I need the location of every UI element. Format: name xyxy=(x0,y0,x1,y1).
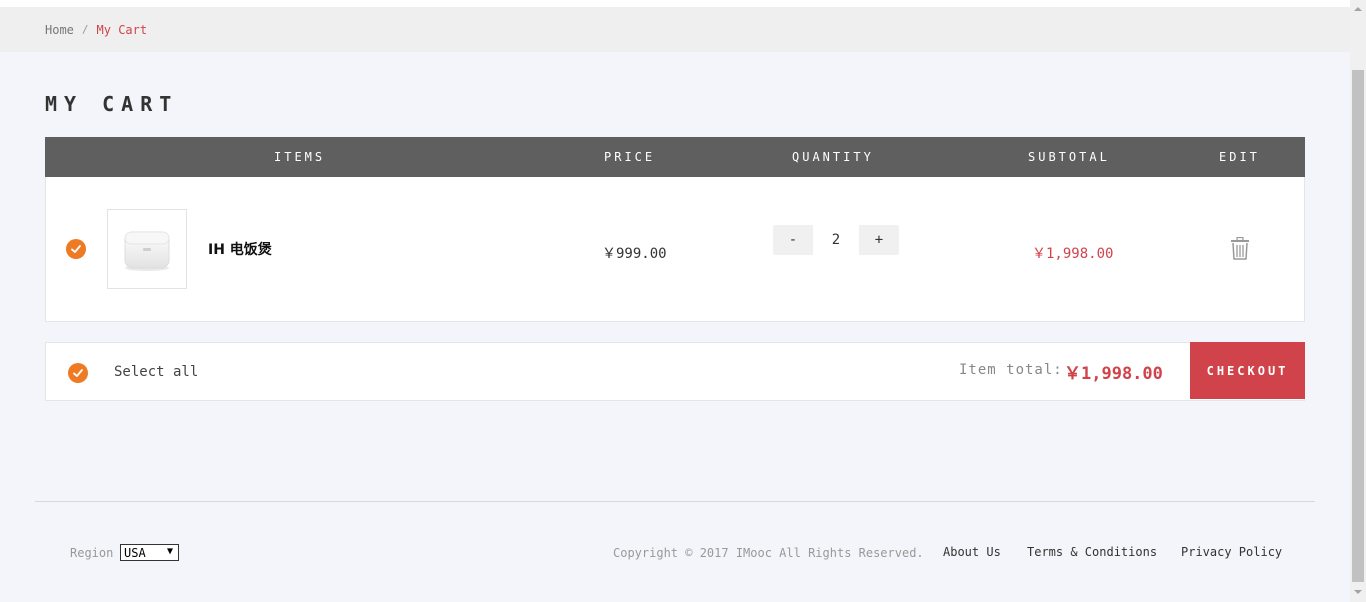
quantity-decrease-button[interactable]: - xyxy=(773,225,813,255)
region-select[interactable]: USA ▼ xyxy=(120,544,179,561)
trash-icon[interactable] xyxy=(1230,236,1250,261)
dropdown-arrow-icon: ▼ xyxy=(166,546,173,557)
quantity-increase-button[interactable]: + xyxy=(859,225,899,255)
region-label: Region xyxy=(70,546,114,560)
rice-cooker-image xyxy=(107,209,187,289)
scroll-up-arrow-icon[interactable] xyxy=(1353,4,1363,14)
checkout-button[interactable]: CHECKOUT xyxy=(1190,342,1305,399)
item-total-label: Item total: xyxy=(959,362,1063,378)
footer-link-terms[interactable]: Terms & Conditions xyxy=(1027,545,1157,559)
header-price: PRICE xyxy=(604,150,656,164)
cart-summary-bar: Select all Item total: ￥1,998.00 CHECKOU… xyxy=(45,342,1305,401)
breadcrumb: Home / My Cart xyxy=(0,7,1350,52)
select-all-label[interactable]: Select all xyxy=(114,364,198,380)
copyright-text: Copyright © 2017 IMooc All Rights Reserv… xyxy=(613,546,924,560)
top-strip xyxy=(0,0,1350,7)
header-quantity: QUANTITY xyxy=(792,150,874,164)
footer-divider xyxy=(35,501,1315,502)
select-all-check-icon[interactable] xyxy=(68,363,88,383)
quantity-stepper: - 2 + xyxy=(773,225,899,255)
scrollbar-thumb[interactable] xyxy=(1352,70,1364,582)
breadcrumb-home-link[interactable]: Home xyxy=(45,23,74,37)
cart-item-row: IH 电饭煲 ￥999.00 - 2 + ￥1,998.00 xyxy=(45,177,1305,322)
header-subtotal: SUBTOTAL xyxy=(1028,150,1110,164)
header-edit: EDIT xyxy=(1219,150,1260,164)
region-value: USA xyxy=(124,545,146,560)
item-price: ￥999.00 xyxy=(602,246,667,262)
footer-link-privacy[interactable]: Privacy Policy xyxy=(1181,545,1282,559)
item-total-value: ￥1,998.00 xyxy=(1064,364,1163,384)
header-items: ITEMS xyxy=(274,150,326,164)
page-title: MY CART xyxy=(45,92,179,116)
item-subtotal: ￥1,998.00 xyxy=(1032,246,1114,262)
item-name[interactable]: IH 电饭煲 xyxy=(208,239,272,259)
breadcrumb-current: My Cart xyxy=(96,22,148,37)
cart-table-header: ITEMS PRICE QUANTITY SUBTOTAL EDIT xyxy=(45,137,1305,177)
item-check-icon[interactable] xyxy=(66,239,86,259)
footer-link-about[interactable]: About Us xyxy=(943,545,1001,559)
scroll-down-arrow-icon[interactable] xyxy=(1353,587,1363,597)
breadcrumb-separator: / xyxy=(81,23,89,36)
quantity-value[interactable]: 2 xyxy=(813,225,859,255)
